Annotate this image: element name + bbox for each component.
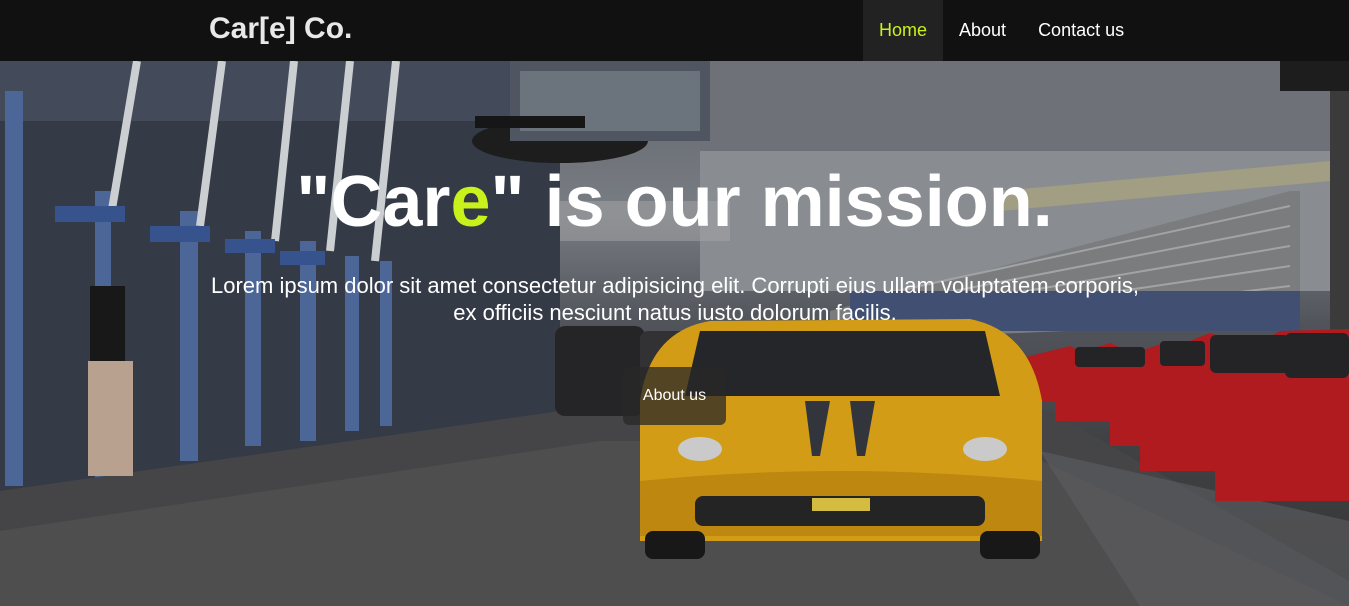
hero-subtitle: Lorem ipsum dolor sit amet consectetur a… [210, 273, 1140, 325]
hero-background-image [0, 61, 1349, 606]
nav-link-contact[interactable]: Contact us [1022, 0, 1140, 61]
navbar: Car[e] Co. Home About Contact us [0, 0, 1349, 61]
hero-title-after: " is our mission. [490, 162, 1053, 242]
nav-link-about[interactable]: About [943, 0, 1022, 61]
brand-logo[interactable]: Car[e] Co. [209, 12, 352, 46]
about-us-button[interactable]: About us [623, 367, 726, 425]
hero-section: "Care" is our mission. Lorem ipsum dolor… [0, 61, 1349, 606]
nav-link-home[interactable]: Home [863, 0, 944, 61]
hero-title: "Care" is our mission. [0, 161, 1349, 243]
hero-title-before: "Car [296, 162, 451, 242]
hero-title-accent: e [450, 162, 491, 242]
nav-links: Home About Contact us [863, 0, 1140, 61]
